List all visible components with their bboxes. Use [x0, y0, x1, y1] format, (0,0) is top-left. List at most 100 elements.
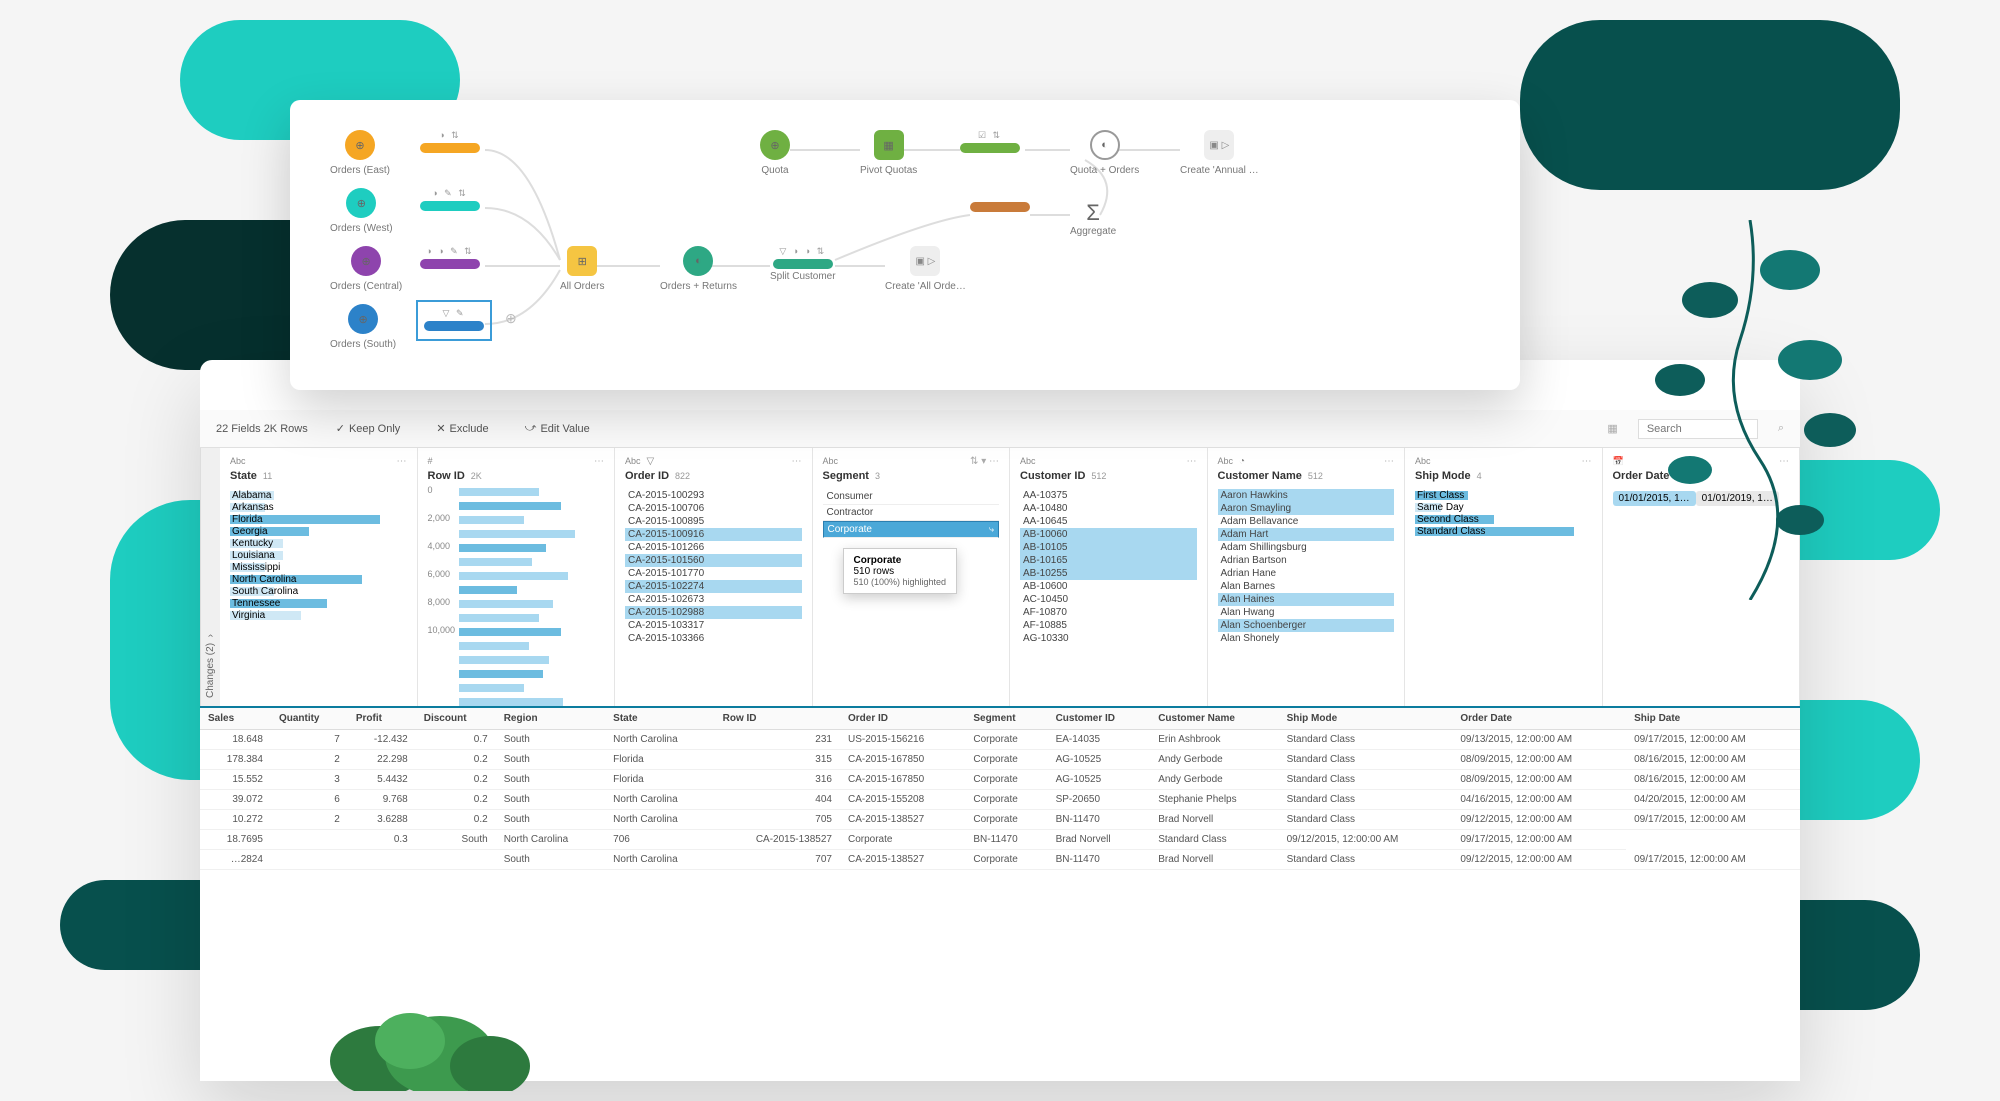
profile-state[interactable]: Abc ⋯ State 11 AlabamaArkansasFloridaGeo…	[220, 448, 418, 706]
flow-node-quota[interactable]: ⊕ Quota	[760, 130, 790, 176]
flow-node-quota-orders[interactable]: ◐ Quota + Orders	[1070, 130, 1139, 176]
flow-step-west[interactable]: ◑ ✎ ⇅	[420, 188, 480, 213]
segment-value[interactable]: Corporate ⤷	[823, 521, 1000, 538]
profile-value[interactable]: Same Day	[1415, 502, 1592, 513]
flow-node-create-annual[interactable]: ▣ ▷ Create 'Annual …	[1180, 130, 1259, 176]
flow-node-orders-returns[interactable]: ◐ Orders + Returns	[660, 246, 737, 292]
profile-value[interactable]: AA-10375	[1020, 489, 1197, 502]
profile-shipmode[interactable]: Abc⋯ Ship Mode4 First ClassSame DaySecon…	[1405, 448, 1603, 706]
profile-value[interactable]: Georgia	[230, 526, 407, 537]
data-grid[interactable]: SalesQuantityProfitDiscountRegionStateRo…	[200, 708, 1800, 870]
grid-header[interactable]: Ship Mode	[1279, 708, 1453, 730]
profile-value[interactable]: AA-10645	[1020, 515, 1197, 528]
profile-value[interactable]: Aaron Hawkins	[1218, 489, 1395, 502]
profile-value[interactable]: Alan Hwang	[1218, 606, 1395, 619]
table-row[interactable]: 18.6487-12.4320.7SouthNorth Carolina231U…	[200, 730, 1800, 750]
profile-value[interactable]: CA-2015-100293	[625, 489, 802, 502]
grid-header[interactable]: Order ID	[840, 708, 965, 730]
profile-value[interactable]: Second Class	[1415, 514, 1592, 525]
grid-header[interactable]: Order Date	[1452, 708, 1626, 730]
profile-value[interactable]: CA-2015-100895	[625, 515, 802, 528]
profile-value[interactable]: South Carolina	[230, 586, 407, 597]
flow-step-split[interactable]: ▽ ◑ ◑ ⇅ Split Customer	[770, 246, 836, 282]
profile-value[interactable]: CA-2015-101770	[625, 567, 802, 580]
table-row[interactable]: 18.76950.3SouthNorth Carolina706CA-2015-…	[200, 830, 1800, 850]
flow-node-orders-central[interactable]: ⊕ Orders (Central)	[330, 246, 402, 292]
flow-step-east[interactable]: ◑ ⇅	[420, 130, 480, 155]
profile-value[interactable]: First Class	[1415, 490, 1592, 501]
profile-value[interactable]: Mississippi	[230, 562, 407, 573]
table-row[interactable]: 15.55235.44320.2SouthFlorida316CA-2015-1…	[200, 770, 1800, 790]
profile-value[interactable]: AC-10450	[1020, 593, 1197, 606]
segment-value[interactable]: Consumer	[823, 489, 1000, 505]
profile-value[interactable]: CA-2015-100916	[625, 528, 802, 541]
exclude-button[interactable]: ✕ Exclude	[428, 418, 496, 439]
profile-value[interactable]: Adrian Bartson	[1218, 554, 1395, 567]
profile-value[interactable]: AG-10330	[1020, 632, 1197, 645]
profile-value[interactable]: AB-10165	[1020, 554, 1197, 567]
profile-value[interactable]: CA-2015-103366	[625, 632, 802, 645]
profile-value[interactable]: Alan Schoenberger	[1218, 619, 1395, 632]
profile-value[interactable]: Alan Barnes	[1218, 580, 1395, 593]
table-row[interactable]: 178.384222.2980.2SouthFlorida315CA-2015-…	[200, 750, 1800, 770]
keep-only-button[interactable]: ✓ Keep Only	[328, 418, 409, 439]
profile-value[interactable]: AB-10105	[1020, 541, 1197, 554]
profile-value[interactable]: CA-2015-103317	[625, 619, 802, 632]
grid-header[interactable]: Segment	[965, 708, 1047, 730]
flow-step-quota[interactable]: ☑ ⇅	[960, 130, 1020, 155]
grid-header[interactable]: Profit	[348, 708, 416, 730]
flow-step-south-selected[interactable]: ▽ ✎	[420, 304, 488, 337]
profile-value[interactable]: Adam Shillingsburg	[1218, 541, 1395, 554]
grid-header[interactable]: Discount	[416, 708, 496, 730]
profile-value[interactable]: Alan Haines	[1218, 593, 1395, 606]
grid-header[interactable]: Customer Name	[1150, 708, 1278, 730]
profile-value[interactable]: CA-2015-102274	[625, 580, 802, 593]
profile-value[interactable]: CA-2015-102988	[625, 606, 802, 619]
flow-node-orders-east[interactable]: ⊕ Orders (East)	[330, 130, 390, 176]
profile-value[interactable]: Adam Bellavance	[1218, 515, 1395, 528]
grid-header[interactable]: Sales	[200, 708, 271, 730]
grid-header[interactable]: Region	[496, 708, 605, 730]
layout-icon[interactable]: ▦	[1607, 422, 1617, 435]
profile-value[interactable]: North Carolina	[230, 574, 407, 585]
flow-step-central[interactable]: ◑ ◑ ✎ ⇅	[420, 246, 480, 271]
table-row[interactable]: …2824SouthNorth Carolina707CA-2015-13852…	[200, 850, 1800, 870]
flow-node-aggregate[interactable]: Σ Aggregate	[1070, 200, 1116, 237]
profile-value[interactable]: CA-2015-100706	[625, 502, 802, 515]
add-step-icon[interactable]: ⊕	[505, 310, 517, 327]
profile-value[interactable]: Arkansas	[230, 502, 407, 513]
profile-value[interactable]: AF-10870	[1020, 606, 1197, 619]
flow-step-agg-pill[interactable]	[970, 200, 1030, 214]
profile-value[interactable]: AB-10060	[1020, 528, 1197, 541]
table-row[interactable]: 10.27223.62880.2SouthNorth Carolina705CA…	[200, 810, 1800, 830]
segment-value[interactable]: Contractor	[823, 505, 1000, 521]
profile-value[interactable]: Tennessee	[230, 598, 407, 609]
profile-value[interactable]: AA-10480	[1020, 502, 1197, 515]
grid-header[interactable]: Customer ID	[1048, 708, 1151, 730]
edit-value-button[interactable]: ⤻ Edit Value	[517, 418, 598, 439]
profile-orderid[interactable]: Abc▽⋯ Order ID822 CA-2015-100293CA-2015-…	[615, 448, 813, 706]
profile-value[interactable]: Standard Class	[1415, 526, 1592, 537]
flow-node-create-all[interactable]: ▣ ▷ Create 'All Orde…	[885, 246, 966, 292]
profile-value[interactable]: Kentucky	[230, 538, 407, 549]
profile-value[interactable]: AB-10600	[1020, 580, 1197, 593]
table-row[interactable]: 39.07269.7680.2SouthNorth Carolina404CA-…	[200, 790, 1800, 810]
profile-value[interactable]: CA-2015-101266	[625, 541, 802, 554]
grid-header[interactable]: Row ID	[715, 708, 840, 730]
profile-value[interactable]: CA-2015-101560	[625, 554, 802, 567]
profile-value[interactable]: AF-10885	[1020, 619, 1197, 632]
grid-header[interactable]: Quantity	[271, 708, 348, 730]
profile-value[interactable]: Alan Shonely	[1218, 632, 1395, 645]
profile-customerid[interactable]: Abc⋯ Customer ID512 AA-10375AA-10480AA-1…	[1010, 448, 1208, 706]
profile-value[interactable]: Virginia	[230, 610, 407, 621]
profile-segment[interactable]: Abc⇅ ▾ ⋯ Segment3 ConsumerContractorCorp…	[813, 448, 1011, 706]
profile-value[interactable]: Aaron Smayling	[1218, 502, 1395, 515]
profile-value[interactable]: CA-2015-102673	[625, 593, 802, 606]
profile-value[interactable]: Adrian Hane	[1218, 567, 1395, 580]
changes-sidebar-tab[interactable]: Changes (2) ›	[200, 448, 220, 706]
profile-rowid[interactable]: #⋯ Row ID2K 02,0004,0006,0008,00010,000	[418, 448, 616, 706]
flow-node-orders-south[interactable]: ⊕ Orders (South)	[330, 304, 396, 350]
flow-node-pivot-quotas[interactable]: ▦ Pivot Quotas	[860, 130, 917, 176]
profile-value[interactable]: Adam Hart	[1218, 528, 1395, 541]
grid-header[interactable]: Ship Date	[1626, 708, 1800, 730]
